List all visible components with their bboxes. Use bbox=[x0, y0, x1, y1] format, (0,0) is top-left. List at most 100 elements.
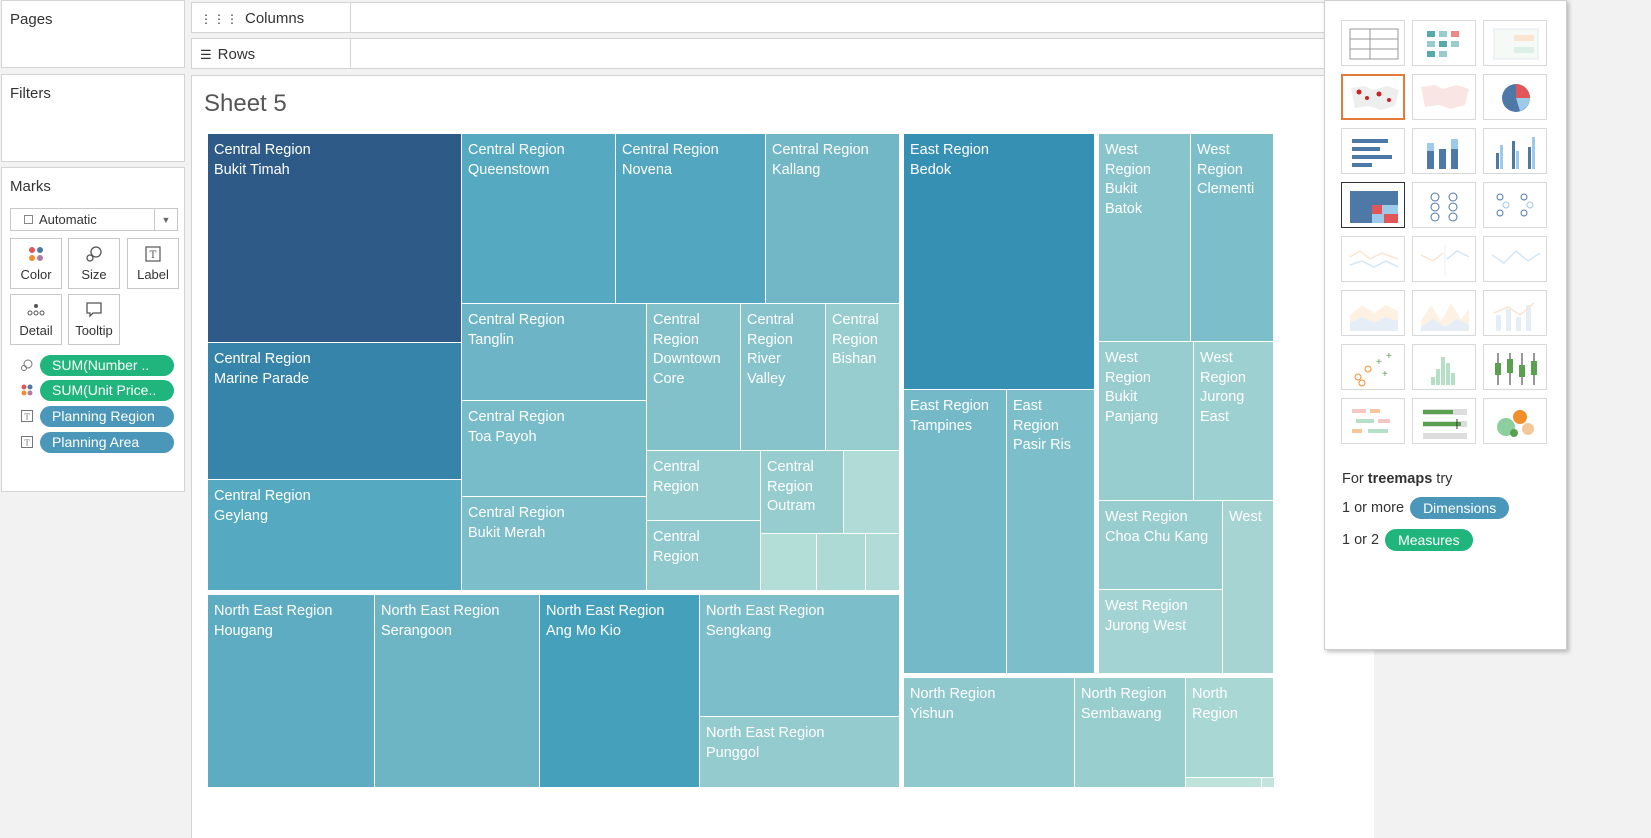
treemap-tile[interactable]: East Region Tampines bbox=[904, 390, 1007, 674]
treemap-icon[interactable] bbox=[1341, 182, 1405, 228]
size-icon bbox=[69, 245, 119, 263]
area-continuous-icon[interactable] bbox=[1341, 290, 1405, 336]
pill-planning-area[interactable]: Planning Area bbox=[40, 431, 174, 453]
packed-bubbles-icon[interactable] bbox=[1483, 398, 1547, 444]
dimensions-prefix: 1 or more bbox=[1342, 500, 1405, 516]
columns-shelf[interactable]: ⋮⋮⋮ Columns bbox=[191, 2, 1331, 33]
pages-panel[interactable]: Pages bbox=[1, 0, 185, 68]
treemap-tile[interactable]: North East Region Sengkang bbox=[700, 595, 900, 717]
pages-title: Pages bbox=[10, 11, 53, 28]
treemap-tile[interactable]: West Region Bukit Batok bbox=[1099, 134, 1191, 342]
treemap-tile[interactable]: Central Region Bukit Merah bbox=[462, 497, 647, 591]
treemap-tile[interactable]: West bbox=[1223, 501, 1274, 674]
treemap-tile[interactable]: Central Region Novena bbox=[616, 134, 766, 304]
show-me-panel: + + + For treemaps try 1 or more Dimension… bbox=[1324, 0, 1567, 650]
mark-field-color[interactable]: SUM(Unit Price.. bbox=[20, 379, 174, 401]
histogram-icon[interactable] bbox=[1412, 344, 1476, 390]
treemap-tile[interactable]: Central Region Marine Parade bbox=[208, 343, 462, 480]
scatter-plot-icon[interactable]: + + + bbox=[1341, 344, 1405, 390]
treemap-tile[interactable]: West Region Clementi bbox=[1191, 134, 1274, 342]
mark-field-label-region[interactable]: T Planning Region bbox=[20, 405, 174, 427]
treemap-tile[interactable] bbox=[761, 534, 817, 591]
treemap-tile[interactable]: North Region Sembawang bbox=[1075, 678, 1186, 788]
horizontal-bars-icon[interactable] bbox=[1341, 128, 1405, 174]
lines-continuous-icon[interactable] bbox=[1341, 236, 1405, 282]
treemap-tile[interactable]: Central Region Downtown Core bbox=[647, 304, 741, 451]
pill-sum-unit-price[interactable]: SUM(Unit Price.. bbox=[40, 379, 174, 401]
measures-requirement: 1 or 2 Measures bbox=[1342, 529, 1473, 551]
text-table-icon[interactable] bbox=[1341, 20, 1405, 66]
treemap-tile[interactable]: North East Region Punggol bbox=[700, 717, 900, 788]
gantt-chart-icon[interactable] bbox=[1341, 398, 1405, 444]
svg-text:T: T bbox=[24, 413, 30, 422]
dual-lines-icon[interactable] bbox=[1483, 236, 1547, 282]
shelf-divider bbox=[350, 3, 351, 32]
shelf-divider bbox=[350, 39, 351, 68]
color-button[interactable]: Color bbox=[10, 238, 62, 289]
treemap-tile[interactable] bbox=[817, 534, 866, 591]
treemap-tile[interactable]: East Region Pasir Ris bbox=[1007, 390, 1095, 674]
label-button[interactable]: T Label bbox=[127, 238, 179, 289]
treemap-tile[interactable]: North East Region Ang Mo Kio bbox=[540, 595, 700, 788]
filled-map-icon[interactable] bbox=[1412, 74, 1476, 120]
treemap-tile[interactable]: Central Region Toa Payoh bbox=[462, 401, 647, 497]
svg-text:T: T bbox=[150, 250, 157, 261]
treemap-tile[interactable]: Central Region Queenstown bbox=[462, 134, 616, 304]
treemap-tile[interactable]: Central Region Kallang bbox=[766, 134, 900, 304]
circle-views-icon[interactable] bbox=[1412, 182, 1476, 228]
stacked-bars-icon[interactable] bbox=[1412, 128, 1476, 174]
treemap-tile[interactable]: Central Region Outram bbox=[761, 451, 844, 534]
treemap-tile[interactable] bbox=[866, 534, 900, 591]
symbol-map-icon[interactable] bbox=[1341, 74, 1405, 120]
treemap-tile[interactable]: Central Region bbox=[647, 451, 761, 521]
rows-shelf[interactable]: ☰ Rows bbox=[191, 38, 1331, 69]
size-icon bbox=[20, 358, 34, 372]
treemap-tile[interactable]: Central Region Tanglin bbox=[462, 304, 647, 401]
treemap-tile[interactable]: West Region Jurong West bbox=[1099, 590, 1223, 674]
dual-combination-icon[interactable] bbox=[1483, 290, 1547, 336]
box-whisker-icon[interactable] bbox=[1483, 344, 1547, 390]
size-label: Size bbox=[81, 267, 107, 282]
marks-panel: Marks Automatic ▼ Color Size T Label Det… bbox=[1, 167, 185, 492]
treemap-tile[interactable]: West Region Jurong East bbox=[1194, 342, 1274, 501]
treemap-tile[interactable] bbox=[844, 451, 900, 534]
lines-discrete-icon[interactable] bbox=[1412, 236, 1476, 282]
chevron-down-icon[interactable]: ▼ bbox=[154, 209, 177, 230]
treemap-tile[interactable]: Central Region Bukit Timah bbox=[208, 134, 462, 343]
treemap-tile[interactable]: North East Region Hougang bbox=[208, 595, 375, 788]
svg-text:+: + bbox=[1382, 369, 1388, 380]
treemap-tile[interactable] bbox=[1186, 778, 1262, 788]
label-icon: T bbox=[20, 435, 34, 449]
treemap-tile[interactable]: North East Region Serangoon bbox=[375, 595, 540, 788]
heat-map-icon[interactable] bbox=[1412, 20, 1476, 66]
filters-title: Filters bbox=[10, 85, 51, 102]
treemap-tile[interactable]: West Region Bukit Panjang bbox=[1099, 342, 1194, 501]
treemap-tile[interactable]: East Region Bedok bbox=[904, 134, 1095, 390]
treemap-tile[interactable]: Central Region Geylang bbox=[208, 480, 462, 591]
pill-sum-number[interactable]: SUM(Number .. bbox=[40, 354, 174, 376]
treemap-tile[interactable]: West Region Choa Chu Kang bbox=[1099, 501, 1223, 590]
tooltip-icon bbox=[69, 301, 119, 319]
treemap-tile[interactable]: North Region Yishun bbox=[904, 678, 1075, 788]
mark-type-dropdown[interactable]: Automatic ▼ bbox=[10, 208, 178, 231]
area-discrete-icon[interactable] bbox=[1412, 290, 1476, 336]
mark-field-size[interactable]: SUM(Number .. bbox=[20, 354, 174, 376]
treemap-tile[interactable] bbox=[1262, 778, 1275, 788]
side-by-side-bars-icon[interactable] bbox=[1483, 128, 1547, 174]
tooltip-button[interactable]: Tooltip bbox=[68, 294, 120, 345]
color-icon bbox=[11, 245, 61, 263]
treemap-tile[interactable]: Central Region River Valley bbox=[741, 304, 826, 451]
detail-button[interactable]: Detail bbox=[10, 294, 62, 345]
treemap-tile[interactable]: North Region bbox=[1186, 678, 1274, 778]
side-by-side-circles-icon[interactable] bbox=[1483, 182, 1547, 228]
filters-panel[interactable]: Filters bbox=[1, 74, 185, 162]
dimensions-requirement: 1 or more Dimensions bbox=[1342, 497, 1510, 519]
treemap-tile[interactable]: Central Region Bishan bbox=[826, 304, 900, 451]
pill-planning-region[interactable]: Planning Region bbox=[40, 405, 174, 427]
pie-chart-icon[interactable] bbox=[1483, 74, 1547, 120]
treemap-tile[interactable]: Central Region bbox=[647, 521, 761, 591]
size-button[interactable]: Size bbox=[68, 238, 120, 289]
mark-field-label-area[interactable]: T Planning Area bbox=[20, 431, 174, 453]
bullet-graph-icon[interactable] bbox=[1412, 398, 1476, 444]
highlight-table-icon[interactable] bbox=[1483, 20, 1547, 66]
